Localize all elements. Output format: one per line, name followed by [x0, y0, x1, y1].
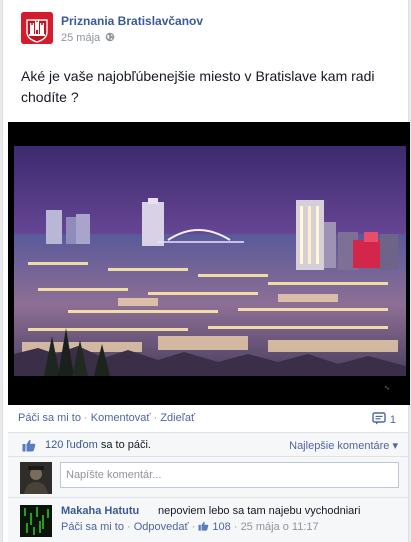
likes-suffix: sa to páči. — [97, 439, 151, 451]
comment-link[interactable]: Komentovať — [91, 412, 151, 424]
thumbs-up-icon — [198, 521, 209, 531]
comment-item: Makaha Hatutu nepoviem lebo sa tam najeb… — [8, 499, 408, 542]
comment-author-link[interactable]: Makaha Hatutu — [61, 505, 139, 517]
coat-of-arms-icon — [21, 12, 53, 44]
separator: · — [123, 521, 134, 533]
post-header: Priznania Bratislavčanov 25 mája — [21, 12, 401, 48]
comment-reply-link[interactable]: Odpovedať — [134, 521, 189, 533]
share-link[interactable]: Zdieľať — [160, 412, 195, 424]
chevron-down-icon: ▾ — [392, 440, 398, 452]
comment-input[interactable] — [60, 462, 399, 488]
likes-text: 120 ľuďom sa to páči. — [45, 439, 151, 451]
globe-icon — [105, 32, 115, 42]
comment-like-link[interactable]: Páči sa mi to — [61, 521, 124, 533]
post-message: Aké je vaše najobľúbenejšie miesto v Bra… — [21, 68, 375, 105]
comment-like-count[interactable]: 108 — [198, 521, 231, 533]
comment-bubble-icon — [372, 412, 386, 425]
post-card: Priznania Bratislavčanov 25 mája Aké je … — [2, 0, 410, 542]
avatar[interactable] — [20, 505, 52, 537]
comment-composer — [8, 458, 408, 498]
page-logo[interactable] — [21, 12, 53, 44]
separator: · — [230, 521, 241, 533]
comment-count[interactable]: 1 — [372, 412, 396, 426]
comment-sort-dropdown[interactable]: Najlepšie komentáre ▾ — [289, 439, 398, 452]
comment-meta: Páči sa mi to · Odpovedať · 108 · 25 máj… — [61, 521, 319, 533]
avatar[interactable] — [20, 462, 52, 494]
likes-count-link[interactable]: 120 ľuďom — [45, 439, 98, 451]
post-photo[interactable]: ∿ — [8, 122, 410, 405]
separator: · — [80, 412, 91, 424]
post-date[interactable]: 25 mája — [61, 32, 100, 44]
comment-count-value: 1 — [389, 414, 396, 426]
svg-text:∿: ∿ — [384, 384, 390, 392]
thumbs-up-icon — [22, 439, 36, 452]
post-timestamp[interactable]: 25 mája — [61, 32, 115, 44]
post-actions: Páči sa mi to · Komentovať · Zdieľať — [18, 412, 195, 428]
comment-like-count-value: 108 — [212, 521, 231, 533]
commenter-avatar-image — [20, 505, 52, 537]
separator: · — [150, 412, 161, 424]
separator: · — [188, 521, 199, 533]
feedback-section: 120 ľuďom sa to páči. Najlepšie komentár… — [8, 432, 408, 542]
like-link[interactable]: Páči sa mi to — [18, 412, 81, 424]
comment-sort-label: Najlepšie komentáre — [289, 440, 390, 452]
user-avatar-image — [20, 462, 52, 494]
comment-timestamp[interactable]: 25 mája o 11:17 — [241, 521, 319, 533]
city-night-photo: ∿ — [8, 122, 410, 405]
comment-text: nepoviem lebo sa tam najebu vychodniari — [158, 505, 361, 517]
page-name-link[interactable]: Priznania Bratislavčanov — [61, 14, 203, 28]
likes-summary: 120 ľuďom sa to páči. Najlepšie komentár… — [8, 433, 408, 457]
